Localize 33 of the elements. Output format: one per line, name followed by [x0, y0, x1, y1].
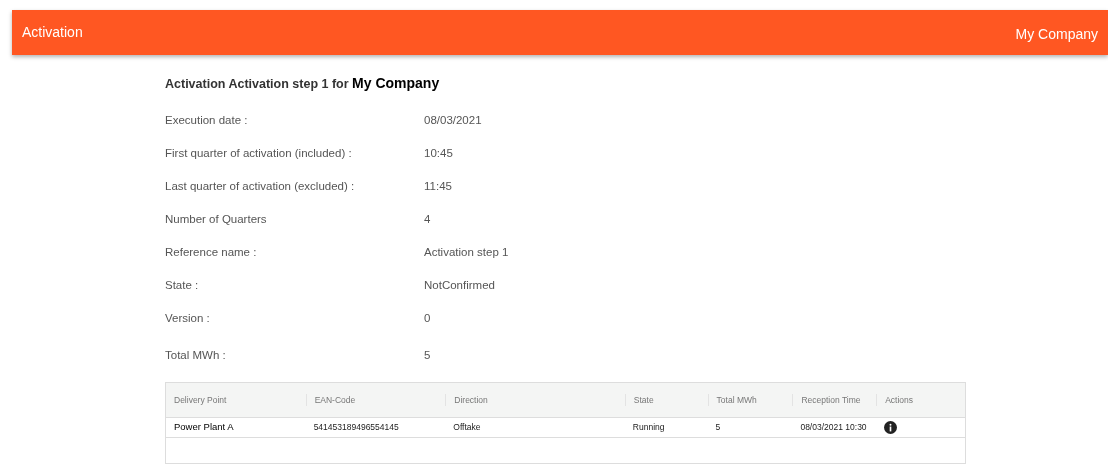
field-value: Activation step 1 [424, 244, 509, 260]
table-cell-text: 08/03/2021 10:30 [799, 421, 868, 434]
column-header: EAN-Code [305, 393, 446, 407]
field-value: 5 [424, 347, 431, 363]
table-cell-text: 541453189496554145 [312, 421, 400, 434]
field-label: Last quarter of activation (excluded) : [165, 178, 356, 194]
field-value: 0 [424, 310, 431, 326]
field-label: Execution date : [165, 112, 249, 128]
column-header: Delivery Point [173, 393, 228, 407]
field-value: NotConfirmed [424, 277, 495, 293]
field-label: Version : [165, 310, 211, 326]
column-header: Actions [876, 393, 965, 407]
column-header: State [624, 393, 708, 407]
app-title: Activation [22, 23, 83, 42]
column-header: Total MWh [707, 393, 793, 407]
company-name: My Company [1015, 25, 1098, 44]
field-value: 11:45 [424, 178, 452, 194]
table-cell-text: Running [631, 421, 666, 434]
table-cell-text: Offtake [452, 421, 482, 434]
field-value: 10:45 [424, 145, 453, 161]
page-heading: Activation Activation step 1 for My Company [165, 74, 441, 93]
column-header: Reception Time [792, 393, 877, 407]
field-label: Number of Quarters [165, 211, 268, 227]
field-value: 08/03/2021 [424, 112, 482, 128]
field-value: 4 [424, 211, 431, 227]
info-icon[interactable] [884, 421, 898, 434]
column-header: Direction [445, 393, 625, 407]
field-label: First quarter of activation (included) : [165, 145, 353, 161]
table-cell-text: 5 [714, 421, 722, 434]
field-label: Reference name : [165, 244, 258, 260]
field-label: State : [165, 277, 200, 293]
field-label: Total MWh : [165, 347, 227, 363]
table-cell-text: Power Plant A [173, 420, 235, 435]
